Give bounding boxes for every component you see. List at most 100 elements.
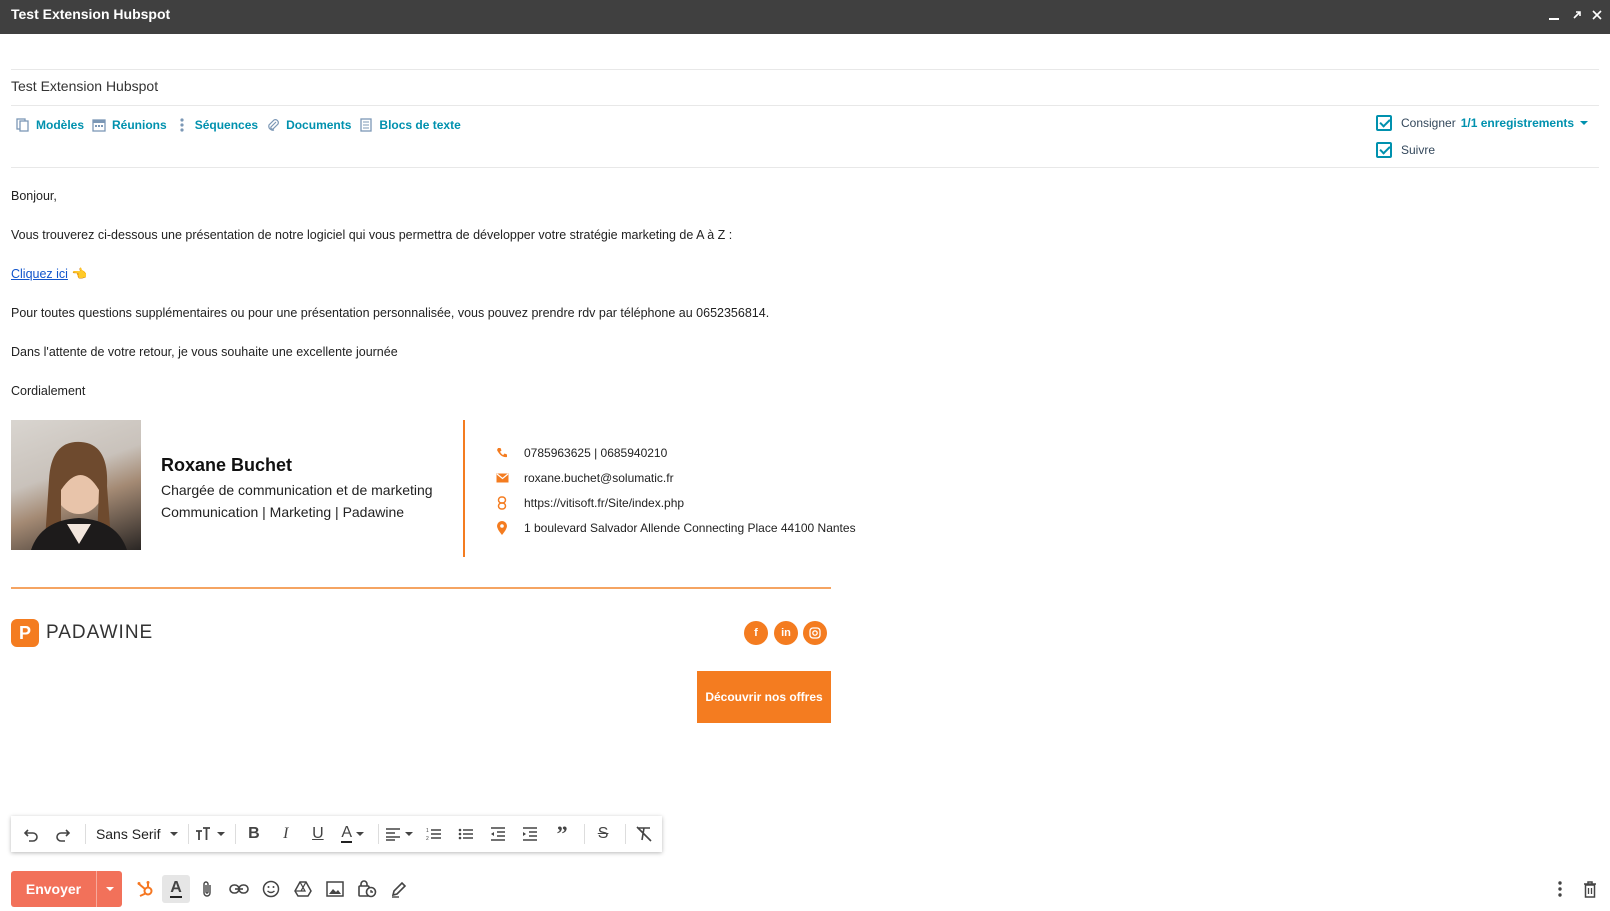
signature-divider xyxy=(463,420,465,557)
chevron-down-icon xyxy=(217,832,226,836)
sequences-label: Séquences xyxy=(194,118,259,132)
text-color-icon[interactable]: A xyxy=(336,820,370,848)
drive-icon[interactable] xyxy=(289,875,317,903)
chevron-down-icon[interactable] xyxy=(1580,121,1589,125)
signature-role: Chargée de communication et de marketing xyxy=(161,482,433,498)
contact-address: 1 boulevard Salvador Allende Connecting … xyxy=(495,521,856,535)
log-label: Consigner xyxy=(1401,116,1456,130)
track-checkbox[interactable] xyxy=(1376,142,1392,158)
body-line-3: Dans l'attente de votre retour, je vous … xyxy=(11,345,398,359)
send-button[interactable]: Envoyer xyxy=(11,871,97,907)
emoji-icon[interactable] xyxy=(257,875,285,903)
location-pin-icon xyxy=(495,521,509,535)
insert-link-icon[interactable] xyxy=(225,875,253,903)
link-icon xyxy=(495,496,509,510)
address-text: 1 boulevard Salvador Allende Connecting … xyxy=(524,521,856,535)
phone-icon xyxy=(495,446,509,460)
instagram-icon[interactable] xyxy=(803,621,827,645)
svg-text:1: 1 xyxy=(426,828,429,834)
bulleted-list-icon[interactable] xyxy=(452,820,480,848)
templates-button[interactable]: Modèles xyxy=(16,118,84,132)
toolbar-separator xyxy=(234,824,236,844)
phone-text: 0785963625 | 0685940210 xyxy=(524,446,668,460)
signature-pen-icon[interactable] xyxy=(385,875,413,903)
strikethrough-icon[interactable]: S xyxy=(589,820,617,848)
close-icon[interactable] xyxy=(1588,5,1606,27)
body-line-1: Vous trouverez ci-dessous une présentati… xyxy=(11,228,733,242)
attachment-icon[interactable] xyxy=(193,875,221,903)
window-titlebar: Test Extension Hubspot xyxy=(0,0,1610,34)
subject-field[interactable]: Test Extension Hubspot xyxy=(11,78,158,94)
link-paragraph: Cliquez ici 👈 xyxy=(11,267,87,282)
templates-icon xyxy=(16,118,29,132)
window-title: Test Extension Hubspot xyxy=(11,6,171,22)
mail-icon xyxy=(495,471,509,485)
clear-formatting-icon[interactable] xyxy=(630,820,658,848)
numbered-list-icon[interactable]: 12 xyxy=(420,820,448,848)
track-row: Suivre xyxy=(1376,142,1435,158)
signature-photo xyxy=(11,420,141,550)
log-checkbox[interactable] xyxy=(1376,115,1392,131)
formatting-options-icon[interactable]: A xyxy=(162,875,190,903)
closing: Cordialement xyxy=(11,384,86,398)
hubspot-toolbar: Modèles Réunions Séquences Documents Blo… xyxy=(16,114,469,136)
underline-icon[interactable]: U xyxy=(304,820,332,848)
discard-draft-icon[interactable] xyxy=(1576,875,1604,903)
greeting: Bonjour, xyxy=(11,189,57,203)
cliquez-ici-link[interactable]: Cliquez ici xyxy=(11,267,68,281)
divider xyxy=(11,69,1599,70)
contact-email: roxane.buchet@solumatic.fr xyxy=(495,471,674,485)
font-family-select[interactable]: Sans Serif xyxy=(90,826,184,842)
discover-offers-button[interactable]: Découvrir nos offres xyxy=(697,671,831,723)
sequences-icon xyxy=(180,118,184,132)
redo-icon[interactable] xyxy=(49,820,77,848)
log-row: Consigner 1/1 enregistrements xyxy=(1376,115,1589,131)
sequences-button[interactable]: Séquences xyxy=(175,118,258,132)
pointing-hand-emoji: 👈 xyxy=(71,267,88,281)
toolbar-separator xyxy=(584,824,586,844)
indent-less-icon[interactable] xyxy=(484,820,512,848)
facebook-icon[interactable]: f xyxy=(744,621,768,645)
website-text[interactable]: https://vitisoft.fr/Site/index.php xyxy=(524,496,684,510)
toolbar-separator xyxy=(85,824,86,844)
send-options-button[interactable] xyxy=(97,871,122,907)
chevron-down-icon xyxy=(170,832,179,836)
meetings-label: Réunions xyxy=(112,118,167,132)
confidential-mode-icon[interactable] xyxy=(353,875,381,903)
align-icon[interactable] xyxy=(382,820,416,848)
italic-icon[interactable]: I xyxy=(272,820,300,848)
documents-label: Documents xyxy=(286,118,352,132)
track-label: Suivre xyxy=(1401,143,1436,157)
font-family-value: Sans Serif xyxy=(95,826,161,842)
email-text[interactable]: roxane.buchet@solumatic.fr xyxy=(524,471,674,485)
chevron-down-icon xyxy=(356,832,365,836)
padawine-logo-text: PADAWINE xyxy=(46,622,154,643)
chevron-down-icon xyxy=(105,887,114,891)
toolbar-separator xyxy=(377,824,379,844)
snippets-button[interactable]: Blocs de texte xyxy=(359,118,461,132)
insert-photo-icon[interactable] xyxy=(321,875,349,903)
body-line-2: Pour toutes questions supplémentaires ou… xyxy=(11,306,770,320)
popout-icon[interactable] xyxy=(1568,5,1586,27)
linkedin-icon[interactable]: in xyxy=(774,621,798,645)
calendar-icon xyxy=(92,119,106,132)
log-records-link[interactable]: 1/1 enregistrements xyxy=(1461,116,1574,130)
contact-website: https://vitisoft.fr/Site/index.php xyxy=(495,496,684,510)
toolbar-separator xyxy=(188,824,190,844)
quote-icon[interactable]: ” xyxy=(548,820,576,848)
meetings-button[interactable]: Réunions xyxy=(92,118,167,132)
indent-more-icon[interactable] xyxy=(516,820,544,848)
documents-button[interactable]: Documents xyxy=(266,118,351,132)
send-button-group: Envoyer xyxy=(11,871,122,907)
bold-icon[interactable]: B xyxy=(240,820,268,848)
divider xyxy=(11,167,1599,168)
padawine-logo-icon: P xyxy=(11,619,39,647)
minimize-icon[interactable] xyxy=(1545,5,1563,27)
hubspot-icon[interactable] xyxy=(131,875,159,903)
snippets-icon xyxy=(360,118,373,132)
padawine-logo: P PADAWINE xyxy=(11,619,153,647)
more-options-icon[interactable] xyxy=(1546,875,1574,903)
signature-name: Roxane Buchet xyxy=(161,455,293,475)
undo-icon[interactable] xyxy=(17,820,45,848)
font-size-icon[interactable] xyxy=(193,820,227,848)
